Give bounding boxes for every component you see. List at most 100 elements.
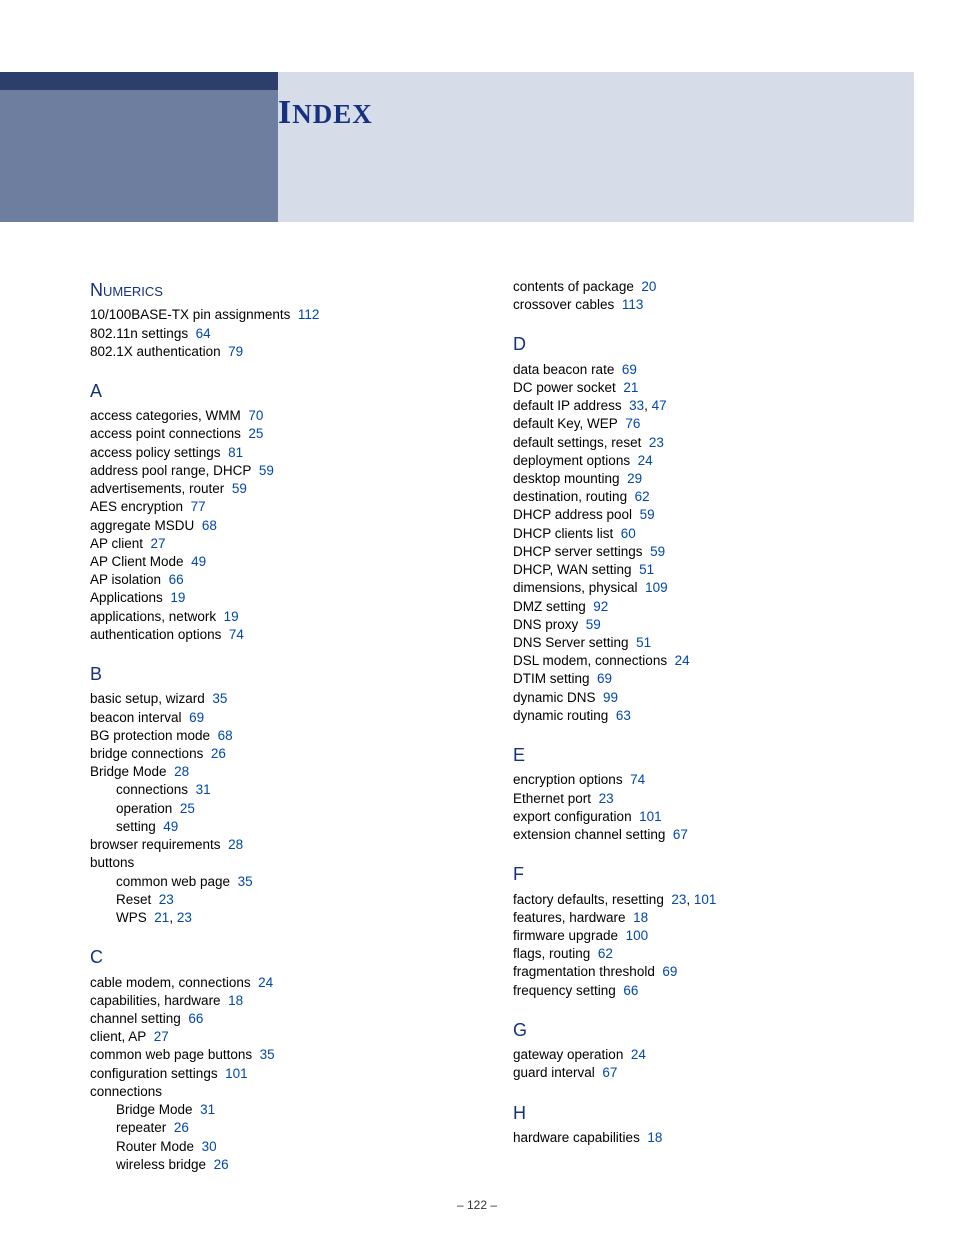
index-entry: dynamic routing 63 <box>513 707 912 725</box>
index-entry-text: DHCP, WAN setting <box>513 562 632 577</box>
page-link[interactable]: 101 <box>639 809 662 824</box>
page-link[interactable]: 19 <box>224 609 239 624</box>
page-link[interactable]: 24 <box>638 453 653 468</box>
page-link[interactable]: 51 <box>636 635 651 650</box>
index-entry-text: operation <box>116 801 172 816</box>
page-link[interactable]: 18 <box>228 993 243 1008</box>
page-link[interactable]: 99 <box>603 690 618 705</box>
page-link[interactable]: 92 <box>593 599 608 614</box>
page-link[interactable]: 59 <box>232 481 247 496</box>
index-entry: DNS proxy 59 <box>513 616 912 634</box>
page-link[interactable]: 18 <box>647 1130 662 1145</box>
page-link[interactable]: 21 <box>154 910 169 925</box>
page-link[interactable]: 59 <box>640 507 655 522</box>
page-link[interactable]: 47 <box>652 398 667 413</box>
page-link[interactable]: 70 <box>248 408 263 423</box>
page-link[interactable]: 33 <box>629 398 644 413</box>
page-link[interactable]: 68 <box>218 728 233 743</box>
page-link[interactable]: 69 <box>662 964 677 979</box>
index-entry: DMZ setting 92 <box>513 598 912 616</box>
page-link[interactable]: 23 <box>159 892 174 907</box>
page-link[interactable]: 26 <box>214 1157 229 1172</box>
page-link[interactable]: 59 <box>259 463 274 478</box>
index-entry: firmware upgrade 100 <box>513 927 912 945</box>
page-link[interactable]: 21 <box>623 380 638 395</box>
page-link[interactable]: 28 <box>228 837 243 852</box>
page-link[interactable]: 49 <box>191 554 206 569</box>
page-link[interactable]: 24 <box>258 975 273 990</box>
page-link[interactable]: 35 <box>238 874 253 889</box>
index-entry: DC power socket 21 <box>513 379 912 397</box>
index-entry: export configuration 101 <box>513 808 912 826</box>
index-entry: default settings, reset 23 <box>513 434 912 452</box>
page-link[interactable]: 69 <box>189 710 204 725</box>
section-heading-initial: H <box>513 1103 526 1123</box>
page-link[interactable]: 69 <box>597 671 612 686</box>
page-link[interactable]: 51 <box>639 562 654 577</box>
page-link[interactable]: 31 <box>200 1102 215 1117</box>
index-entry-text: frequency setting <box>513 983 616 998</box>
index-entry: buttons <box>90 854 489 872</box>
page-link[interactable]: 63 <box>616 708 631 723</box>
index-entry-text: default IP address <box>513 398 622 413</box>
page-link[interactable]: 66 <box>188 1011 203 1026</box>
page-link[interactable]: 76 <box>625 416 640 431</box>
page-link[interactable]: 23 <box>649 435 664 450</box>
page-link[interactable]: 30 <box>202 1139 217 1154</box>
page-link[interactable]: 29 <box>627 471 642 486</box>
page-link[interactable]: 68 <box>202 518 217 533</box>
page-link[interactable]: 101 <box>694 892 717 907</box>
page-link[interactable]: 19 <box>170 590 185 605</box>
page-link[interactable]: 69 <box>622 362 637 377</box>
page-link[interactable]: 24 <box>675 653 690 668</box>
section-heading-initial: N <box>90 280 103 300</box>
page-link[interactable]: 24 <box>631 1047 646 1062</box>
page-link[interactable]: 81 <box>228 445 243 460</box>
page-link[interactable]: 27 <box>151 536 166 551</box>
page-link[interactable]: 59 <box>586 617 601 632</box>
page-link[interactable]: 112 <box>298 307 320 322</box>
page-link[interactable]: 77 <box>191 499 206 514</box>
page-link[interactable]: 66 <box>169 572 184 587</box>
section-heading: G <box>513 1018 912 1042</box>
index-entry: BG protection mode 68 <box>90 727 489 745</box>
page-link[interactable]: 101 <box>225 1066 248 1081</box>
index-entry-text: crossover cables <box>513 297 614 312</box>
page-link[interactable]: 100 <box>626 928 649 943</box>
page-link[interactable]: 74 <box>229 627 244 642</box>
index-entry-text: setting <box>116 819 156 834</box>
page-link[interactable]: 26 <box>174 1120 189 1135</box>
page-link[interactable]: 62 <box>635 489 650 504</box>
page-link[interactable]: 62 <box>598 946 613 961</box>
page-link[interactable]: 35 <box>212 691 227 706</box>
page-link[interactable]: 27 <box>154 1029 169 1044</box>
page-link[interactable]: 109 <box>645 580 668 595</box>
page-link[interactable]: 26 <box>211 746 226 761</box>
page-link[interactable]: 113 <box>622 297 644 312</box>
page-link[interactable]: 79 <box>228 344 243 359</box>
index-entry-text: DNS Server setting <box>513 635 629 650</box>
page-link[interactable]: 60 <box>621 526 636 541</box>
page-link[interactable]: 66 <box>623 983 638 998</box>
page-link[interactable]: 25 <box>180 801 195 816</box>
page-link[interactable]: 74 <box>630 772 645 787</box>
page-link[interactable]: 67 <box>602 1065 617 1080</box>
page-link[interactable]: 23 <box>177 910 192 925</box>
page-link[interactable]: 23 <box>671 892 686 907</box>
page-title-rest: NDEX <box>292 99 373 129</box>
page-link[interactable]: 18 <box>633 910 648 925</box>
page-link[interactable]: 28 <box>174 764 189 779</box>
index-entry-text: default settings, reset <box>513 435 641 450</box>
page-link[interactable]: 35 <box>260 1047 275 1062</box>
page-link[interactable]: 20 <box>641 279 656 294</box>
page-link[interactable]: 64 <box>196 326 211 341</box>
page-link[interactable]: 59 <box>650 544 665 559</box>
page-link[interactable]: 31 <box>196 782 211 797</box>
page-link[interactable]: 25 <box>248 426 263 441</box>
page-link[interactable]: 23 <box>599 791 614 806</box>
page-link[interactable]: 49 <box>163 819 178 834</box>
index-entry: frequency setting 66 <box>513 982 912 1000</box>
index-entry-text: fragmentation threshold <box>513 964 655 979</box>
page-link[interactable]: 67 <box>673 827 688 842</box>
index-entry: extension channel setting 67 <box>513 826 912 844</box>
